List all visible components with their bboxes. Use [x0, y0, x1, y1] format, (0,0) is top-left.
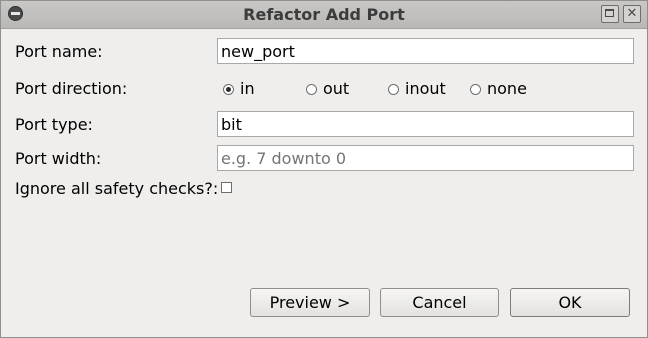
title-bar: Refactor Add Port ✕ — [1, 1, 647, 29]
direction-option-none[interactable]: none — [470, 79, 527, 98]
port-width-label: Port width: — [15, 149, 102, 168]
port-type-label: Port type: — [15, 115, 93, 134]
ignore-safety-checks-checkbox[interactable] — [221, 182, 232, 193]
maximize-icon[interactable] — [601, 5, 619, 23]
radio-out[interactable] — [306, 84, 317, 95]
direction-option-inout[interactable]: inout — [388, 79, 446, 98]
radio-inout[interactable] — [388, 84, 399, 95]
radio-in-label: in — [240, 79, 255, 98]
radio-none-label: none — [487, 79, 527, 98]
port-direction-label: Port direction: — [15, 79, 128, 98]
radio-inout-label: inout — [405, 79, 446, 98]
window-title: Refactor Add Port — [243, 5, 405, 24]
preview-button[interactable]: Preview > — [250, 288, 370, 317]
direction-option-out[interactable]: out — [306, 79, 349, 98]
radio-in[interactable] — [223, 84, 234, 95]
ignore-safety-checks-label: Ignore all safety checks?: — [15, 179, 219, 198]
refactor-add-port-dialog: Refactor Add Port ✕ Port name: Port dire… — [0, 0, 648, 338]
port-type-input[interactable] — [217, 111, 634, 137]
port-width-input[interactable] — [217, 145, 634, 171]
close-icon[interactable]: ✕ — [623, 5, 641, 23]
port-name-label: Port name: — [15, 42, 103, 61]
cancel-button[interactable]: Cancel — [380, 288, 499, 317]
radio-none[interactable] — [470, 84, 481, 95]
radio-out-label: out — [323, 79, 350, 98]
direction-option-in[interactable]: in — [223, 79, 255, 98]
ok-button[interactable]: OK — [510, 288, 630, 317]
port-name-input[interactable] — [217, 38, 634, 64]
